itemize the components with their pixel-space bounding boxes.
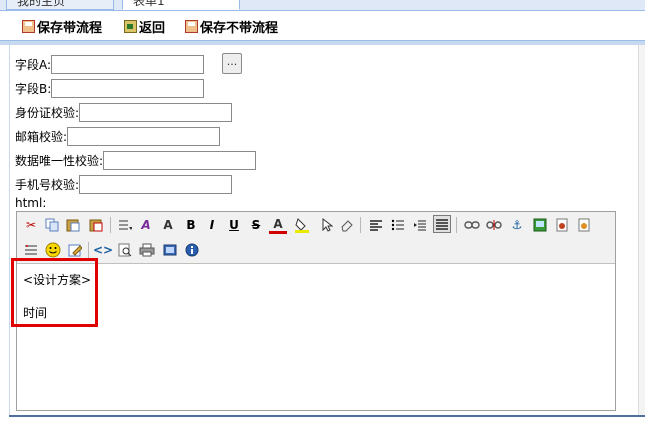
paste-text-icon[interactable] xyxy=(87,216,105,234)
email-check-input[interactable] xyxy=(67,126,221,146)
print-icon[interactable] xyxy=(138,241,156,259)
html-label: html: xyxy=(15,196,47,210)
email-check-row: 邮箱校验: xyxy=(15,126,221,146)
strikethrough-icon[interactable]: S xyxy=(247,216,265,234)
cut-icon[interactable]: ✂ xyxy=(22,216,40,234)
vertical-scrollbar[interactable] xyxy=(638,45,645,415)
font-color-icon[interactable]: A xyxy=(269,216,287,234)
unlink-icon[interactable] xyxy=(485,216,503,234)
field-a-input[interactable] xyxy=(51,54,205,74)
justify-icon[interactable] xyxy=(433,215,451,233)
field-b-row: 字段B: xyxy=(15,78,205,98)
editor-toolbar: ✂ A A B I U S A ⚓ <> xyxy=(17,212,615,264)
edit-icon[interactable] xyxy=(66,241,84,259)
tab-form[interactable]: 表单1 xyxy=(122,0,240,10)
font-family-icon[interactable]: A xyxy=(137,216,155,234)
flash-icon[interactable] xyxy=(553,216,571,234)
background-color-icon[interactable] xyxy=(293,216,311,234)
id-check-input[interactable] xyxy=(79,102,233,122)
font-size-icon[interactable]: A xyxy=(159,216,177,234)
about-icon[interactable] xyxy=(183,241,201,259)
image-icon[interactable] xyxy=(531,216,549,234)
unique-check-input[interactable] xyxy=(103,150,257,170)
bottom-border xyxy=(9,415,645,417)
fullscreen-icon[interactable] xyxy=(161,241,179,259)
rich-text-editor: ✂ A A B I U S A ⚓ <> <设计方案> 时间 xyxy=(16,211,616,411)
field-a-label: 字段A: xyxy=(15,57,52,72)
emoticon-icon[interactable] xyxy=(44,241,62,259)
back-label: 返回 xyxy=(139,20,166,36)
select-icon[interactable] xyxy=(318,216,336,234)
table-icon[interactable] xyxy=(22,241,40,259)
link-icon[interactable] xyxy=(463,216,481,234)
preview-icon[interactable] xyxy=(116,241,134,259)
field-b-label: 字段B: xyxy=(15,81,52,96)
back-button[interactable]: 返回 xyxy=(124,17,166,36)
save-icon xyxy=(185,19,198,33)
highlight-box xyxy=(11,258,98,327)
tab-strip: 我的主页 表单1 xyxy=(0,0,645,11)
phone-check-input[interactable] xyxy=(79,174,233,194)
unordered-list-icon[interactable] xyxy=(389,216,407,234)
save-with-flow-label: 保存带流程 xyxy=(37,20,103,36)
paste-icon[interactable] xyxy=(64,216,82,234)
underline-icon[interactable]: U xyxy=(225,216,243,234)
phone-check-row: 手机号校验: xyxy=(15,174,233,194)
editor-content[interactable]: <设计方案> 时间 xyxy=(17,265,615,410)
save-with-flow-button[interactable]: 保存带流程 xyxy=(22,17,103,36)
bold-icon[interactable]: B xyxy=(182,216,200,234)
save-without-flow-button[interactable]: 保存不带流程 xyxy=(185,17,279,36)
save-icon xyxy=(22,19,35,33)
field-b-input[interactable] xyxy=(51,78,205,98)
field-a-row: 字段A: xyxy=(15,54,205,74)
italic-icon[interactable]: I xyxy=(203,216,221,234)
eraser-icon[interactable] xyxy=(338,216,356,234)
media-icon[interactable] xyxy=(575,216,593,234)
paragraph-format-icon[interactable] xyxy=(116,216,134,234)
unique-check-row: 数据唯一性校验: xyxy=(15,150,257,170)
source-code-icon[interactable]: <> xyxy=(93,241,113,259)
save-without-flow-label: 保存不带流程 xyxy=(200,20,279,36)
form-toolbar: 保存带流程 返回 保存不带流程 xyxy=(0,11,645,41)
id-check-row: 身份证校验: xyxy=(15,102,233,122)
copy-icon[interactable] xyxy=(43,216,61,234)
email-check-label: 邮箱校验: xyxy=(15,129,68,144)
unique-check-label: 数据唯一性校验: xyxy=(15,153,104,168)
pick-button[interactable]: ... xyxy=(222,53,242,74)
phone-check-label: 手机号校验: xyxy=(15,177,80,192)
back-icon xyxy=(124,19,137,33)
indent-icon[interactable] xyxy=(411,216,429,234)
id-check-label: 身份证校验: xyxy=(15,105,80,120)
anchor-icon[interactable]: ⚓ xyxy=(508,216,526,234)
tab-home[interactable]: 我的主页 xyxy=(6,0,114,10)
align-left-icon[interactable] xyxy=(367,216,385,234)
